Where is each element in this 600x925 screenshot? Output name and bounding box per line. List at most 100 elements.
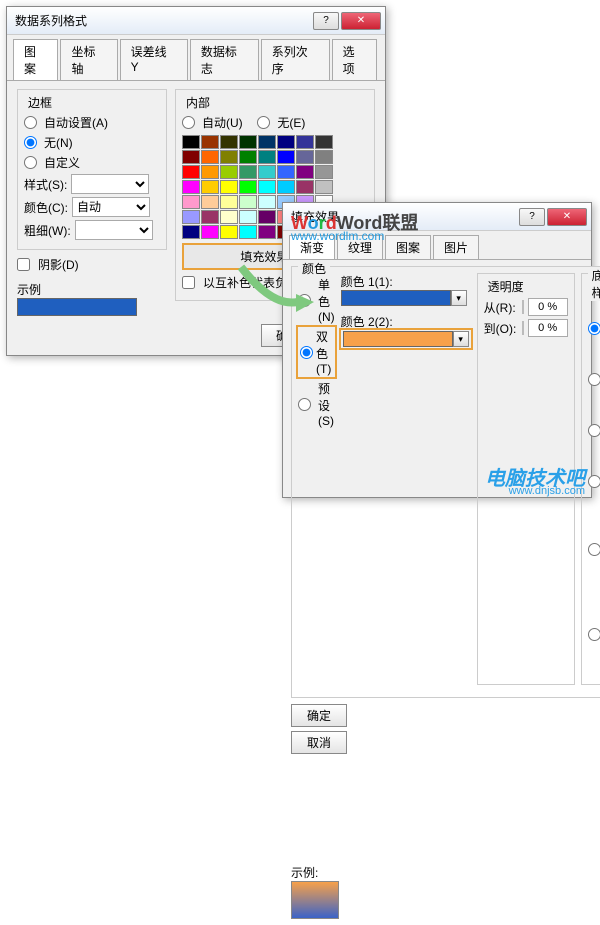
swatch[interactable] [201,165,219,179]
swatch[interactable] [239,225,257,239]
cancel-button[interactable]: 取消 [291,731,347,754]
tab-pattern[interactable]: 图案 [13,39,58,80]
dialog-title: 数据系列格式 [11,12,313,29]
to-spin[interactable] [528,319,568,337]
swatch[interactable] [277,165,295,179]
swatch[interactable] [201,135,219,149]
style-radio[interactable] [588,475,600,488]
swatch[interactable] [239,180,257,194]
style-radio[interactable] [588,543,600,556]
swatch[interactable] [182,225,200,239]
two-color-radio[interactable] [300,346,313,359]
tabs: 图案 坐标轴 误差线 Y 数据标志 系列次序 选项 [7,35,385,81]
swatch[interactable] [277,180,295,194]
swatch[interactable] [201,210,219,224]
color2-dropdown[interactable]: ▾ [453,331,469,347]
invert-checkbox[interactable] [182,276,195,289]
swatch[interactable] [220,210,238,224]
swatch[interactable] [182,165,200,179]
shadow-label: 阴影(D) [38,256,79,273]
swatch[interactable] [220,195,238,209]
swatch[interactable] [220,180,238,194]
swatch[interactable] [315,150,333,164]
swatch[interactable] [258,210,276,224]
interior-legend: 内部 [182,94,214,111]
style-select[interactable] [71,174,149,194]
two-color-label: 双色(T) [316,328,333,376]
swatch[interactable] [258,225,276,239]
sample-preview [17,298,137,316]
style-radio[interactable] [588,424,600,437]
style-radio[interactable] [588,322,600,335]
swatch[interactable] [182,210,200,224]
style-radio[interactable] [588,628,600,641]
interior-none-radio[interactable] [257,116,270,129]
swatch[interactable] [239,210,257,224]
swatch[interactable] [258,135,276,149]
swatch[interactable] [315,180,333,194]
interior-auto-radio[interactable] [182,116,195,129]
border-group: 边框 自动设置(A) 无(N) 自定义 样式(S): 颜色(C):自动 粗细(W… [17,89,167,250]
preset-radio[interactable] [298,398,311,411]
sample-preview [291,881,339,919]
swatch[interactable] [239,135,257,149]
from-spin[interactable] [528,298,568,316]
swatch[interactable] [296,135,314,149]
weight-label: 粗细(W): [24,222,71,239]
swatch[interactable] [277,150,295,164]
border-auto-radio[interactable] [24,116,37,129]
help-button[interactable]: ? [313,12,339,30]
swatch[interactable] [296,150,314,164]
swatch[interactable] [277,135,295,149]
swatch[interactable] [239,195,257,209]
color-select[interactable]: 自动 [72,197,150,217]
swatch[interactable] [258,195,276,209]
border-custom-radio[interactable] [24,156,37,169]
color1-dropdown[interactable]: ▾ [451,290,467,306]
swatch[interactable] [201,180,219,194]
swatch[interactable] [315,135,333,149]
swatch[interactable] [258,150,276,164]
swatch[interactable] [182,195,200,209]
tab-options[interactable]: 选项 [332,39,377,80]
border-none-radio[interactable] [24,136,37,149]
border-legend: 边框 [24,94,56,111]
swatch[interactable] [182,150,200,164]
color1-label: 颜色 1(1): [341,275,393,289]
interior-none-label: 无(E) [277,114,305,131]
swatch[interactable] [258,165,276,179]
style-radio[interactable] [588,373,600,386]
help-button[interactable]: ? [519,208,545,226]
to-slider[interactable] [522,321,524,335]
swatch[interactable] [182,135,200,149]
swatch[interactable] [182,180,200,194]
swatch[interactable] [201,195,219,209]
swatch[interactable] [315,165,333,179]
tab-error[interactable]: 误差线 Y [120,39,188,80]
fill-effects-dialog: 填充效果 ? ✕ 渐变 纹理 图案 图片 颜色 单色(N) 双色(T) 预设(S… [282,202,592,498]
swatch[interactable] [220,150,238,164]
shadow-checkbox[interactable] [17,258,30,271]
swatch[interactable] [239,165,257,179]
swatch[interactable] [220,225,238,239]
swatch[interactable] [296,180,314,194]
tab-axis[interactable]: 坐标轴 [60,39,117,80]
swatch[interactable] [201,150,219,164]
close-button[interactable]: ✕ [547,208,587,226]
from-slider[interactable] [522,300,524,314]
swatch[interactable] [201,225,219,239]
swatch[interactable] [296,165,314,179]
tab-picture[interactable]: 图片 [433,235,479,259]
close-button[interactable]: ✕ [341,12,381,30]
ok-button[interactable]: 确定 [291,704,347,727]
weight-select[interactable] [75,220,153,240]
border-auto-label: 自动设置(A) [44,114,108,131]
swatch[interactable] [220,135,238,149]
color1-box [341,290,451,306]
swatch[interactable] [258,180,276,194]
tab-pattern[interactable]: 图案 [385,235,431,259]
tab-order[interactable]: 系列次序 [261,39,330,80]
swatch[interactable] [220,165,238,179]
tab-labels[interactable]: 数据标志 [190,39,259,80]
swatch[interactable] [239,150,257,164]
